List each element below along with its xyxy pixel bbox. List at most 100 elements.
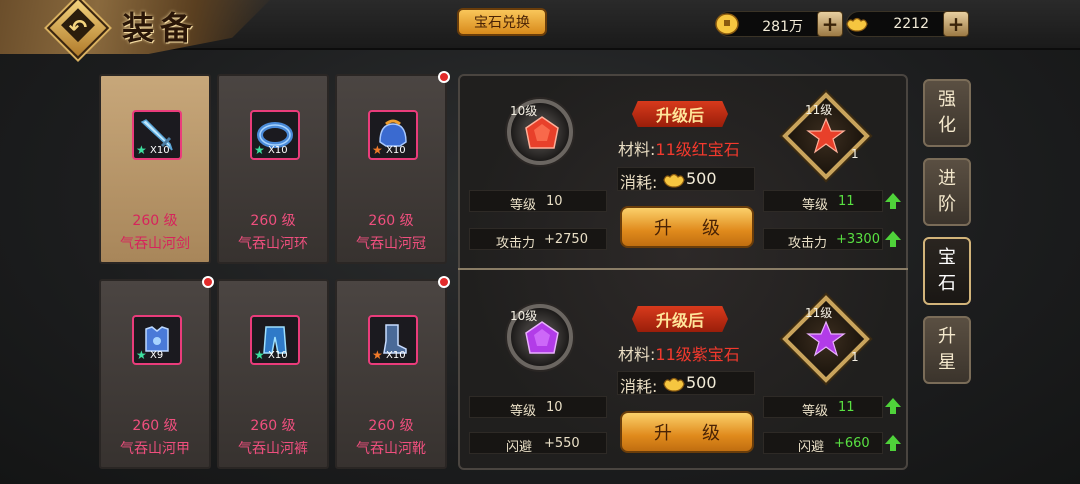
cost-value: 500 xyxy=(686,373,717,392)
equipment-icon-frame: ★ X10 xyxy=(250,110,300,160)
cost-label: 消耗: xyxy=(620,377,658,396)
level-value: 10 xyxy=(546,400,563,415)
coin-counter: 281万 + xyxy=(715,11,843,37)
gold-ingot-icon xyxy=(663,173,685,188)
star-icon: ★ xyxy=(372,348,383,362)
cost-box: 消耗: 500 xyxy=(617,371,755,396)
next-level-stat: 等级 11 xyxy=(763,396,883,419)
equipment-count: X10 xyxy=(268,145,288,156)
equipment-icon-frame: ★ X10 xyxy=(250,315,300,365)
level-label: 等级 xyxy=(510,198,537,213)
equipment-name: 气吞山河裤 xyxy=(238,441,308,457)
equipment-count: X10 xyxy=(386,350,406,361)
next-gem-count: 1 xyxy=(851,147,859,161)
material-name: 11级红宝石 xyxy=(655,140,740,159)
star-icon: ★ xyxy=(254,348,265,362)
stat-label: 攻击力 xyxy=(788,236,828,251)
material-text: 材料:11级紫宝石 xyxy=(618,341,740,365)
up-arrow-icon xyxy=(885,231,901,247)
current-attack-stat: 攻击力 +2750 xyxy=(469,228,607,251)
equipment-name: 气吞山河甲 xyxy=(120,441,190,457)
current-level-stat: 等级 10 xyxy=(469,190,607,213)
after-upgrade-banner: 升级后 xyxy=(632,306,728,332)
star-icon: ★ xyxy=(254,143,265,157)
cost-label: 消耗: xyxy=(620,173,658,192)
stat-value-next: +3300 xyxy=(836,232,880,247)
equipment-level: 260 级 xyxy=(250,418,296,434)
tab-label: 强化 xyxy=(938,89,956,136)
cost-box: 消耗: 500 xyxy=(617,167,755,192)
up-arrow-icon xyxy=(885,398,901,414)
tab-strengthen[interactable]: 强化 xyxy=(923,79,971,147)
equipment-icon-frame: ★ X10 xyxy=(368,110,418,160)
equipment-name: 气吞山河冠 xyxy=(356,236,426,252)
equipment-level: 260 级 xyxy=(250,213,296,229)
equipment-slot-armor[interactable]: ★ X9 260 级 气吞山河甲 xyxy=(99,276,214,469)
coin-amount: 281万 xyxy=(762,19,803,35)
stat-value: +550 xyxy=(544,436,580,451)
stat-label: 攻击力 xyxy=(496,236,536,251)
back-arrow-icon[interactable]: ↶ xyxy=(58,8,98,48)
level-value-next: 11 xyxy=(838,194,855,209)
next-gem-level: 11级 xyxy=(805,103,833,117)
tab-advance[interactable]: 进阶 xyxy=(923,158,971,226)
upgrade-button[interactable]: 升级 xyxy=(620,206,754,248)
equipment-slot-helmet[interactable]: ★ X10 260 级 气吞山河冠 xyxy=(335,71,450,264)
ingot-amount: 2212 xyxy=(893,16,929,32)
upgrade-button[interactable]: 升级 xyxy=(620,411,754,453)
coin-icon xyxy=(715,13,739,35)
add-coins-button[interactable]: + xyxy=(817,11,843,37)
up-arrow-icon xyxy=(885,435,901,451)
equipment-slot-sword[interactable]: ★ X10 260 级 气吞山河剑 xyxy=(99,74,211,264)
tab-gem[interactable]: 宝石 xyxy=(923,237,971,305)
equipment-count: X9 xyxy=(150,350,164,361)
next-dodge-stat: 闪避 +660 xyxy=(763,432,883,455)
level-value: 10 xyxy=(546,194,563,209)
star-icon: ★ xyxy=(136,348,147,362)
next-gem-level: 11级 xyxy=(805,306,833,320)
level-value-next: 11 xyxy=(838,400,855,415)
red-dot-notification xyxy=(202,276,214,288)
equipment-slot-bracelet[interactable]: ★ X10 260 级 气吞山河环 xyxy=(217,74,329,264)
star-icon: ★ xyxy=(136,143,147,157)
gold-ingot-icon xyxy=(663,377,685,392)
equipment-name: 气吞山河剑 xyxy=(120,236,190,252)
tab-star-up[interactable]: 升星 xyxy=(923,316,971,384)
stat-label: 闪避 xyxy=(798,440,825,455)
equipment-count: X10 xyxy=(386,145,406,156)
next-level-stat: 等级 11 xyxy=(763,190,883,213)
cost-value: 500 xyxy=(686,169,717,188)
gem-exchange-button[interactable]: 宝石兑换 xyxy=(457,8,547,36)
equipment-level: 260 级 xyxy=(132,418,178,434)
red-gem-icon xyxy=(525,116,559,149)
red-star-gem-icon xyxy=(806,117,846,154)
current-gem-level: 10级 xyxy=(510,309,538,323)
tab-label: 进阶 xyxy=(938,168,956,215)
material-name: 11级紫宝石 xyxy=(655,345,740,364)
equipment-slot-boots[interactable]: ★ X10 260 级 气吞山河靴 xyxy=(335,276,450,469)
equipment-slot-pants[interactable]: ★ X10 260 级 气吞山河裤 xyxy=(217,279,329,469)
level-label: 等级 xyxy=(802,404,829,419)
up-arrow-icon xyxy=(885,193,901,209)
red-dot-notification xyxy=(438,276,450,288)
equipment-level: 260 级 xyxy=(132,213,178,229)
material-text: 材料:11级红宝石 xyxy=(618,136,740,160)
add-ingots-button[interactable]: + xyxy=(943,11,969,37)
equipment-icon-frame: ★ X9 xyxy=(132,315,182,365)
panel-divider xyxy=(458,268,908,270)
material-label: 材料: xyxy=(618,345,656,364)
material-label: 材料: xyxy=(618,140,656,159)
tab-label: 升星 xyxy=(938,326,956,373)
stat-value: +2750 xyxy=(544,232,588,247)
tab-label: 宝石 xyxy=(938,247,956,294)
purple-star-gem-icon xyxy=(806,320,846,357)
current-dodge-stat: 闪避 +550 xyxy=(469,432,607,455)
equipment-count: X10 xyxy=(268,350,288,361)
purple-gem-icon xyxy=(525,321,559,354)
equipment-name: 气吞山河环 xyxy=(238,236,308,252)
after-upgrade-banner: 升级后 xyxy=(632,101,728,127)
stat-label: 闪避 xyxy=(506,440,533,455)
equipment-icon-frame: ★ X10 xyxy=(368,315,418,365)
stat-value-next: +660 xyxy=(834,436,870,451)
equipment-icon-frame: ★ X10 xyxy=(132,110,182,160)
